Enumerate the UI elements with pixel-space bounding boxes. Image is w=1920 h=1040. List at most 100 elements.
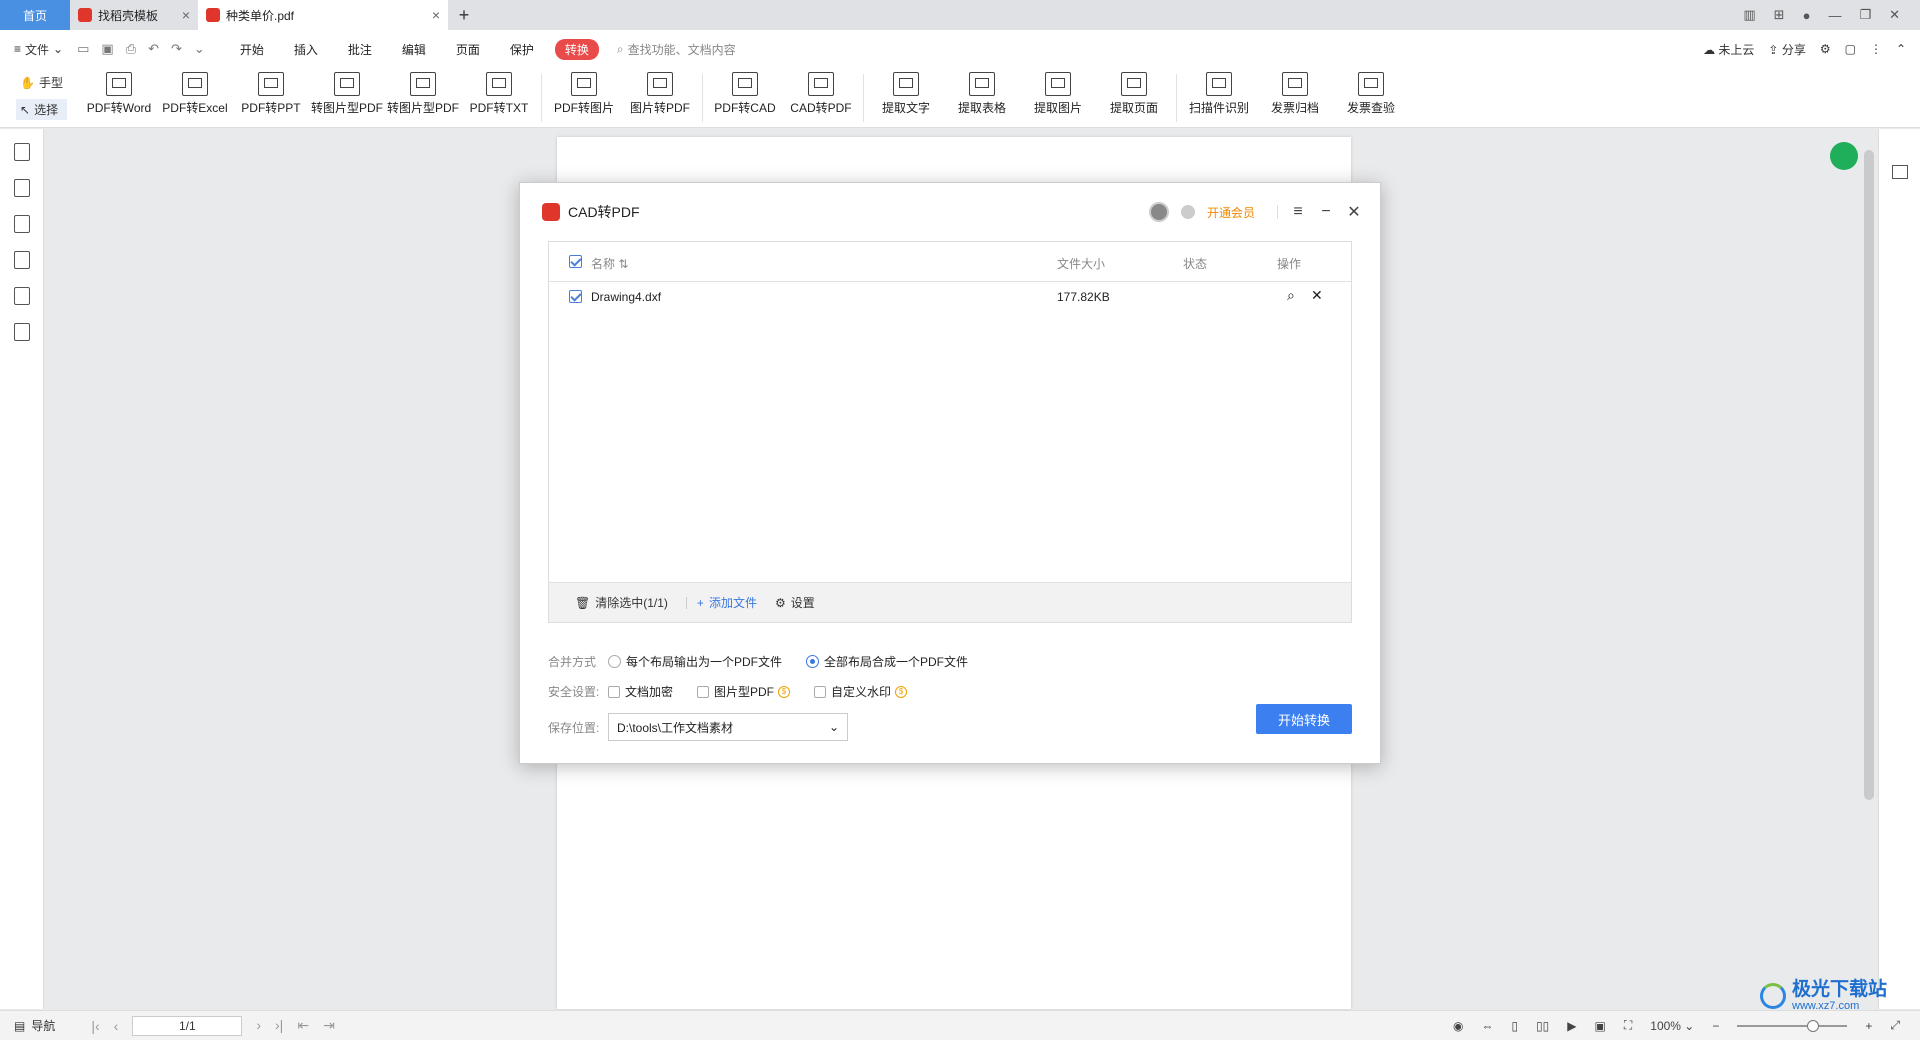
- image-pdf-checkbox[interactable]: [697, 685, 710, 698]
- merge-option-each[interactable]: 每个布局输出为一个PDF文件: [608, 653, 782, 670]
- settings-button[interactable]: ⚙ 设置: [775, 594, 815, 611]
- last-page-icon[interactable]: ›|: [275, 1017, 283, 1034]
- prev-page-icon[interactable]: ‹: [114, 1018, 119, 1034]
- hand-tool-button[interactable]: ✋ 手型: [16, 72, 67, 93]
- attachment-icon[interactable]: [13, 251, 30, 269]
- vertical-scrollbar[interactable]: [1864, 150, 1874, 800]
- page-input[interactable]: 1/1: [132, 1015, 243, 1036]
- message-icon[interactable]: ▢: [1845, 42, 1856, 56]
- encrypt-option[interactable]: 文档加密: [608, 683, 673, 700]
- menu-protect[interactable]: 保护: [495, 41, 549, 58]
- navigation-toggle[interactable]: ▤ 导航: [14, 1017, 55, 1034]
- extract-text-button[interactable]: 提取文字: [868, 68, 944, 116]
- extract-page-button[interactable]: 提取页面: [1096, 68, 1172, 116]
- column-name[interactable]: 名称 ⇅: [591, 255, 628, 272]
- save-path-select[interactable]: D:\tools\工作文档素材 ⌄: [608, 713, 848, 741]
- signature-icon[interactable]: [13, 287, 30, 305]
- bookmark-icon[interactable]: [13, 143, 30, 161]
- save-icon[interactable]: ▣: [101, 41, 113, 57]
- fullscreen-icon[interactable]: ⤢: [1890, 1018, 1900, 1033]
- watermark-checkbox[interactable]: [814, 685, 827, 698]
- double-page-icon[interactable]: ▯▯: [1536, 1019, 1549, 1033]
- menu-annotate[interactable]: 批注: [333, 41, 387, 58]
- add-tab-button[interactable]: +: [448, 0, 480, 30]
- tab-template[interactable]: 找稻壳模板 ×: [70, 0, 198, 30]
- image-pdf-option[interactable]: 图片型PDF $: [697, 683, 791, 700]
- more-icon[interactable]: ⌄: [194, 41, 205, 57]
- properties-icon[interactable]: [1892, 165, 1908, 179]
- thumbnail-icon[interactable]: [13, 179, 30, 197]
- eye-icon[interactable]: ◉: [1453, 1019, 1463, 1033]
- menu-search[interactable]: ⌕ 查找功能、文档内容: [617, 41, 736, 58]
- avatar[interactable]: [1148, 202, 1169, 222]
- scan-ocr-button[interactable]: 扫描件识别: [1181, 68, 1257, 116]
- to-image-pdf-button[interactable]: 转图片型PDF: [309, 68, 385, 116]
- print-icon[interactable]: ⎙: [126, 41, 136, 57]
- pdf-to-excel-button[interactable]: PDF转Excel: [157, 68, 233, 116]
- actual-size-icon[interactable]: ▣: [1595, 1019, 1606, 1033]
- zoom-in-icon[interactable]: +: [1865, 1019, 1872, 1033]
- pdf-to-txt-button[interactable]: PDF转TXT: [461, 68, 537, 116]
- menu-insert[interactable]: 插入: [279, 41, 333, 58]
- radio-all[interactable]: [806, 655, 820, 668]
- restore-icon[interactable]: ❐: [1859, 7, 1871, 23]
- next-page-icon[interactable]: ›: [256, 1017, 261, 1034]
- add-file-button[interactable]: + 添加文件: [697, 594, 757, 611]
- zoom-slider-knob[interactable]: [1807, 1019, 1820, 1032]
- close-icon[interactable]: ×: [182, 7, 190, 23]
- pdf-to-cad-button[interactable]: PDF转CAD: [707, 68, 783, 116]
- avatar-icon[interactable]: ●: [1803, 8, 1811, 23]
- layers-icon[interactable]: [13, 323, 30, 341]
- grid-icon[interactable]: ⊞: [1774, 7, 1785, 23]
- play-icon[interactable]: ▶: [1567, 1019, 1576, 1033]
- layout-icon[interactable]: ▥: [1743, 7, 1755, 23]
- prev-view-icon[interactable]: ⇤: [297, 1017, 309, 1034]
- clear-selected-button[interactable]: 🗑 清除选中(1/1): [575, 594, 668, 611]
- zoom-slider[interactable]: [1737, 1019, 1848, 1032]
- image-to-pdf-button[interactable]: 图片转PDF: [622, 68, 698, 116]
- menu-icon[interactable]: ≡: [1290, 203, 1306, 221]
- zoom-level[interactable]: 100% ⌄: [1650, 1019, 1694, 1033]
- radio-each[interactable]: [608, 655, 621, 668]
- assistant-icon[interactable]: [1830, 142, 1858, 170]
- cad-to-pdf-button[interactable]: CAD转PDF: [783, 68, 859, 116]
- encrypt-checkbox[interactable]: [608, 685, 620, 698]
- to-image-pdf-button-2[interactable]: 转图片型PDF: [385, 68, 461, 116]
- single-page-icon[interactable]: ▯: [1511, 1019, 1518, 1033]
- zoom-out-icon[interactable]: −: [1712, 1019, 1719, 1033]
- menu-page[interactable]: 页面: [441, 41, 495, 58]
- comment-icon[interactable]: [13, 215, 30, 233]
- menu-edit[interactable]: 编辑: [387, 41, 441, 58]
- undo-icon[interactable]: ↶: [148, 41, 159, 57]
- redo-icon[interactable]: ↷: [171, 41, 182, 57]
- share-button[interactable]: ⇪ 分享: [1768, 41, 1805, 58]
- menu-convert[interactable]: 转换: [554, 38, 599, 60]
- close-window-icon[interactable]: ✕: [1889, 7, 1900, 23]
- minimize-icon[interactable]: −: [1318, 203, 1334, 221]
- pdf-to-ppt-button[interactable]: PDF转PPT: [233, 68, 309, 116]
- tab-pdf[interactable]: 种类单价.pdf ×: [198, 0, 448, 30]
- close-icon[interactable]: ✕: [1346, 202, 1362, 222]
- vip-link[interactable]: 开通会员: [1207, 204, 1255, 221]
- tab-home[interactable]: 首页: [0, 0, 70, 30]
- fit-page-icon[interactable]: ⛶: [1624, 1018, 1632, 1033]
- more-menu-icon[interactable]: ⋮: [1870, 42, 1882, 56]
- open-icon[interactable]: ▭: [77, 41, 89, 57]
- cloud-button[interactable]: ☁ 未上云: [1703, 41, 1754, 58]
- pdf-to-word-button[interactable]: PDF转Word: [81, 68, 157, 116]
- select-all-checkbox[interactable]: [569, 255, 582, 268]
- settings-icon[interactable]: ⚙: [1820, 42, 1831, 56]
- start-convert-button[interactable]: 开始转换: [1256, 704, 1352, 734]
- menu-start[interactable]: 开始: [225, 41, 279, 58]
- file-row[interactable]: Drawing4.dxf 177.82KB ⌕ ✕: [549, 282, 1351, 312]
- invoice-verify-button[interactable]: 发票查验: [1333, 68, 1409, 116]
- minimize-icon[interactable]: —: [1828, 8, 1841, 23]
- merge-option-all[interactable]: 全部布局合成一个PDF文件: [806, 653, 968, 670]
- file-menu[interactable]: ≡ 文件 ⌄: [14, 41, 63, 58]
- collapse-icon[interactable]: ⌃: [1896, 42, 1906, 56]
- invoice-archive-button[interactable]: 发票归档: [1257, 68, 1333, 116]
- extract-table-button[interactable]: 提取表格: [944, 68, 1020, 116]
- preview-icon[interactable]: ⌕: [1287, 287, 1295, 304]
- extract-image-button[interactable]: 提取图片: [1020, 68, 1096, 116]
- fit-width-icon[interactable]: ⇔: [1481, 1019, 1493, 1033]
